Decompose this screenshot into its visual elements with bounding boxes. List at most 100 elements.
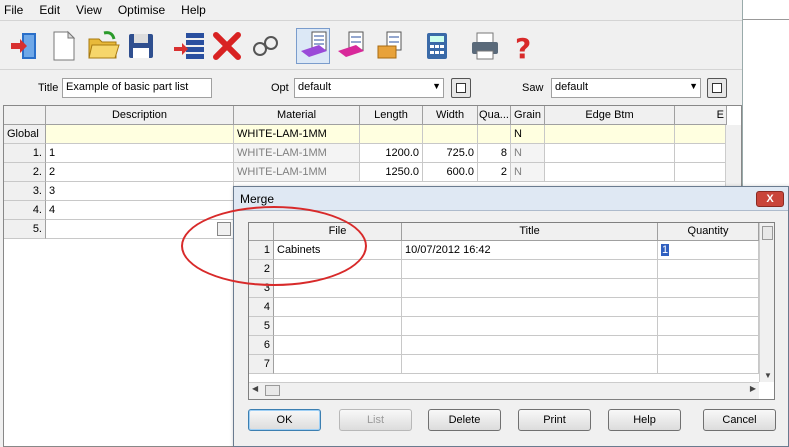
row-header[interactable]: 3. [4,182,46,201]
description-cell[interactable]: 4 [46,201,234,220]
row-header[interactable]: 6 [249,336,274,355]
arrow-down-icon[interactable]: ▼ [764,371,772,380]
column-header[interactable]: Edge Btm [545,106,675,125]
title-cell[interactable] [402,298,658,317]
new-icon[interactable] [46,29,80,63]
edge-cell[interactable] [675,144,727,163]
qty-cell[interactable]: 8 [478,144,511,163]
menu-edit[interactable]: Edit [39,3,60,17]
length-cell[interactable]: 1200.0 [360,144,423,163]
delete-icon[interactable] [210,29,244,63]
description-cell[interactable]: 3 [46,182,234,201]
menu-file[interactable]: File [4,3,23,17]
title-cell[interactable] [402,260,658,279]
length-cell[interactable]: 1250.0 [360,163,423,182]
horizontal-scrollbar[interactable]: ◀ ▶ [249,382,759,399]
material-cell[interactable]: WHITE-LAM-1MM [234,163,360,182]
scroll-thumb[interactable] [762,226,773,240]
print-icon[interactable] [468,29,502,63]
column-header[interactable]: Title [402,223,658,241]
row-header[interactable]: 5 [249,317,274,336]
opt-settings-button[interactable] [451,78,471,98]
parts-colour-icon[interactable] [334,29,368,63]
description-cell[interactable]: 1 [46,144,234,163]
title-cell[interactable]: 10/07/2012 16:42 [402,241,658,260]
column-header[interactable]: Quantity [658,223,759,241]
save-icon[interactable] [124,29,158,63]
material-cell[interactable]: WHITE-LAM-1MM [234,144,360,163]
file-cell[interactable] [274,355,402,374]
arrow-right-icon[interactable]: ▶ [750,384,756,393]
quantity-cell[interactable] [658,355,759,374]
column-header[interactable]: File [274,223,402,241]
parts-list-icon[interactable] [296,28,330,64]
arrow-left-icon[interactable]: ◀ [252,384,258,393]
row-header[interactable]: 7 [249,355,274,374]
help-icon[interactable]: ? [506,29,540,65]
quantity-cell[interactable] [658,260,759,279]
print-button[interactable]: Print [518,409,591,431]
row-header[interactable]: 3 [249,279,274,298]
global-grain-cell[interactable]: N [511,125,545,144]
column-header[interactable]: Material [234,106,360,125]
quantity-cell[interactable] [658,298,759,317]
title-input[interactable]: Example of basic part list [62,78,212,98]
row-header[interactable]: 1. [4,144,46,163]
menu-optimise[interactable]: Optimise [118,3,165,17]
menu-view[interactable]: View [76,3,102,17]
title-cell[interactable] [402,317,658,336]
saw-settings-button[interactable] [707,78,727,98]
grain-cell[interactable]: N [511,163,545,182]
file-cell[interactable] [274,336,402,355]
row-header[interactable]: 4. [4,201,46,220]
global-width-cell[interactable] [423,125,478,144]
global-length-cell[interactable] [360,125,423,144]
qty-cell[interactable]: 2 [478,163,511,182]
edge-cell[interactable] [545,144,675,163]
file-cell[interactable] [274,317,402,336]
global-edge-cell[interactable] [675,125,727,144]
row-header[interactable]: 4 [249,298,274,317]
help-button[interactable]: Help [608,409,681,431]
row-header[interactable]: 5. [4,220,46,239]
list-button[interactable]: List [339,409,412,431]
column-header[interactable]: E [675,106,727,125]
row-header[interactable]: 2. [4,163,46,182]
ok-button[interactable]: OK [248,409,321,431]
global-qty-cell[interactable] [478,125,511,144]
description-cell[interactable] [46,220,234,239]
column-header[interactable]: Grain [511,106,545,125]
dialog-titlebar[interactable]: Merge X [234,187,788,211]
quantity-cell[interactable] [658,279,759,298]
column-header[interactable]: Length [360,106,423,125]
global-material-cell[interactable]: WHITE-LAM-1MM [234,125,360,144]
quantity-cell[interactable] [658,336,759,355]
row-header[interactable]: 1 [249,241,274,260]
grain-cell[interactable]: N [511,144,545,163]
open-icon[interactable] [86,29,120,63]
global-edge-cell[interactable] [545,125,675,144]
width-cell[interactable]: 600.0 [423,163,478,182]
edge-cell[interactable] [545,163,675,182]
title-cell[interactable] [402,336,658,355]
row-header[interactable]: 2 [249,260,274,279]
ellipsis-button[interactable] [217,222,231,236]
column-header[interactable]: Width [423,106,478,125]
row-header[interactable]: Global [4,125,46,144]
title-cell[interactable] [402,355,658,374]
file-cell[interactable] [274,279,402,298]
import-icon[interactable] [8,29,42,63]
quantity-value[interactable]: 1 [661,244,670,256]
calculator-icon[interactable] [420,29,454,63]
delete-button[interactable]: Delete [428,409,501,431]
title-cell[interactable] [402,279,658,298]
menu-help[interactable]: Help [181,3,206,17]
cancel-button[interactable]: Cancel [703,409,776,431]
edge-cell[interactable] [675,163,727,182]
file-cell[interactable]: Cabinets [274,241,402,260]
file-cell[interactable] [274,260,402,279]
column-header[interactable]: Description [46,106,234,125]
parts-board-icon[interactable] [372,29,406,63]
global-description-cell[interactable] [46,125,234,144]
search-icon[interactable] [248,29,282,63]
